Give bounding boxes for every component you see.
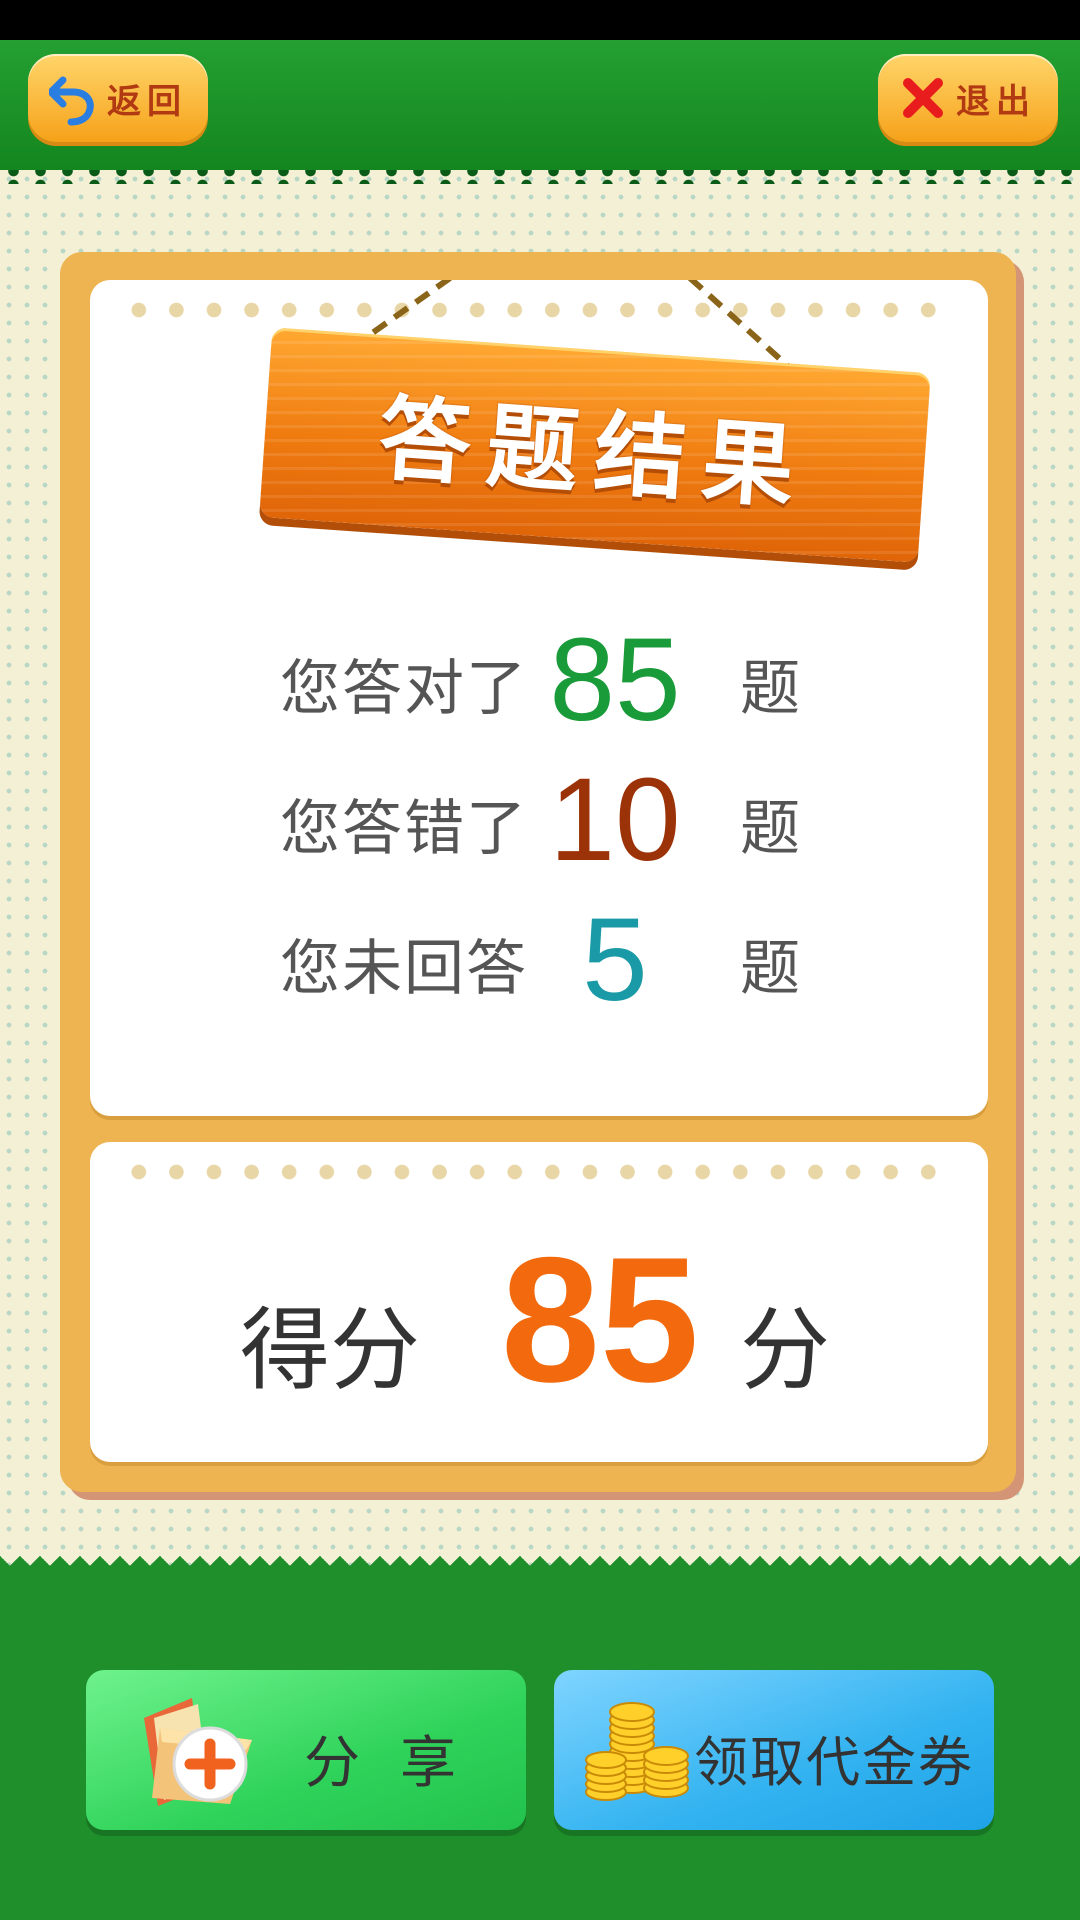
stat-label: 您答错了 (280, 794, 528, 864)
stat-label: 您未回答 (280, 934, 528, 1004)
stat-label: 您答对了 (280, 654, 528, 724)
stat-row-correct: 您答对了 85 题 (90, 620, 988, 740)
score-card: 得分 85 分 (90, 1142, 988, 1462)
dotted-paper-background: 答题结果 您答对了 85 题 您答错了 10 题 您未回答 5 题 得分 85 … (0, 170, 1080, 1580)
unanswered-count: 5 (582, 894, 648, 1026)
gold-coins-icon (584, 1696, 694, 1812)
stat-row-unanswered: 您未回答 5 题 (90, 900, 988, 1020)
coupon-button[interactable]: 领取代金券 (554, 1670, 994, 1830)
stat-row-wrong: 您答错了 10 题 (90, 760, 988, 880)
exit-button[interactable]: 退出 (878, 54, 1058, 142)
result-board: 答题结果 您答对了 85 题 您答错了 10 题 您未回答 5 题 得分 85 … (60, 252, 1016, 1492)
stat-unit: 题 (740, 934, 800, 1004)
back-button[interactable]: 返回 (28, 54, 208, 142)
punch-holes (120, 1164, 958, 1180)
exit-label: 退出 (956, 81, 1036, 122)
share-button[interactable]: 分享 (86, 1670, 526, 1830)
zigzag-edge (0, 1556, 1080, 1580)
back-label: 返回 (107, 81, 187, 122)
score-value: 85 (501, 1220, 699, 1419)
close-x-icon (900, 75, 946, 121)
correct-count: 85 (549, 614, 681, 746)
share-label: 分享 (304, 1731, 496, 1796)
score-unit: 分 (740, 1298, 830, 1403)
coupon-label: 领取代金券 (694, 1731, 974, 1794)
status-bar (0, 0, 1080, 40)
result-card: 答题结果 您答对了 85 题 您答错了 10 题 您未回答 5 题 (90, 280, 988, 1116)
wrong-count: 10 (549, 754, 681, 886)
back-arrow-icon (49, 70, 97, 126)
stat-unit: 题 (740, 654, 800, 724)
result-title: 答题结果 (375, 384, 814, 522)
score-label: 得分 (240, 1298, 420, 1403)
stat-unit: 题 (740, 794, 800, 864)
folder-plus-icon (134, 1688, 274, 1816)
top-bar: 返回 退出 (0, 40, 1080, 170)
stitch-border (0, 170, 1080, 184)
